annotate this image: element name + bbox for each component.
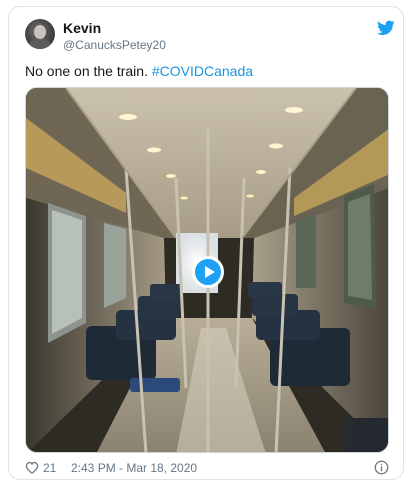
hashtag-link[interactable]: #COVIDCanada xyxy=(152,63,253,79)
heart-icon[interactable] xyxy=(25,461,39,474)
twitter-bird-icon[interactable] xyxy=(377,20,395,36)
tweet-text: No one on the train. #COVIDCanada xyxy=(25,63,253,79)
info-icon[interactable] xyxy=(374,460,389,475)
tweet-body: No one on the train. xyxy=(25,63,148,79)
video-media[interactable] xyxy=(25,87,389,453)
like-count[interactable]: 21 xyxy=(43,461,56,475)
tweet-card[interactable]: Kevin @CanucksPetey20 No one on the trai… xyxy=(8,6,404,480)
play-icon xyxy=(205,266,215,278)
avatar[interactable] xyxy=(25,19,55,49)
tweet-timestamp[interactable]: 2:43 PM - Mar 18, 2020 xyxy=(71,461,197,475)
avatar-face xyxy=(34,25,46,39)
author-handle[interactable]: @CanucksPetey20 xyxy=(63,38,166,52)
avatar-shoulders xyxy=(29,38,51,49)
author-name[interactable]: Kevin xyxy=(63,20,101,36)
play-button[interactable] xyxy=(192,256,224,288)
tweet-footer: 21 2:43 PM - Mar 18, 2020 xyxy=(25,459,389,477)
